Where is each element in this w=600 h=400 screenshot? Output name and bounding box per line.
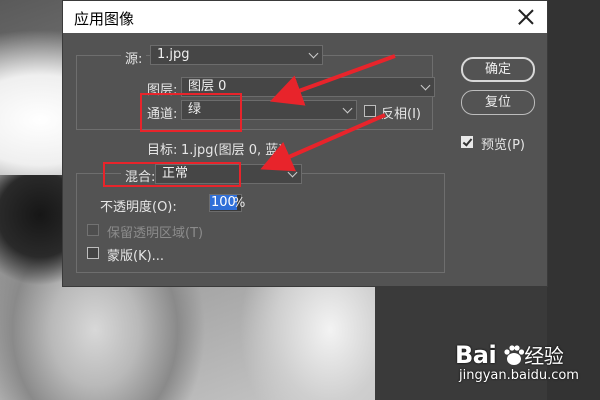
paw-icon	[504, 345, 525, 365]
arrow-to-channel	[269, 54, 396, 106]
watermark-url: jingyan.baidu.com	[459, 368, 579, 383]
watermark-logo-left: Bai	[455, 341, 497, 369]
baidu-jingyan-watermark: Bai 经验 jingyan.baidu.com	[455, 340, 579, 383]
arrow-to-blend	[260, 113, 386, 172]
watermark-logo-right: 经验	[524, 344, 564, 368]
